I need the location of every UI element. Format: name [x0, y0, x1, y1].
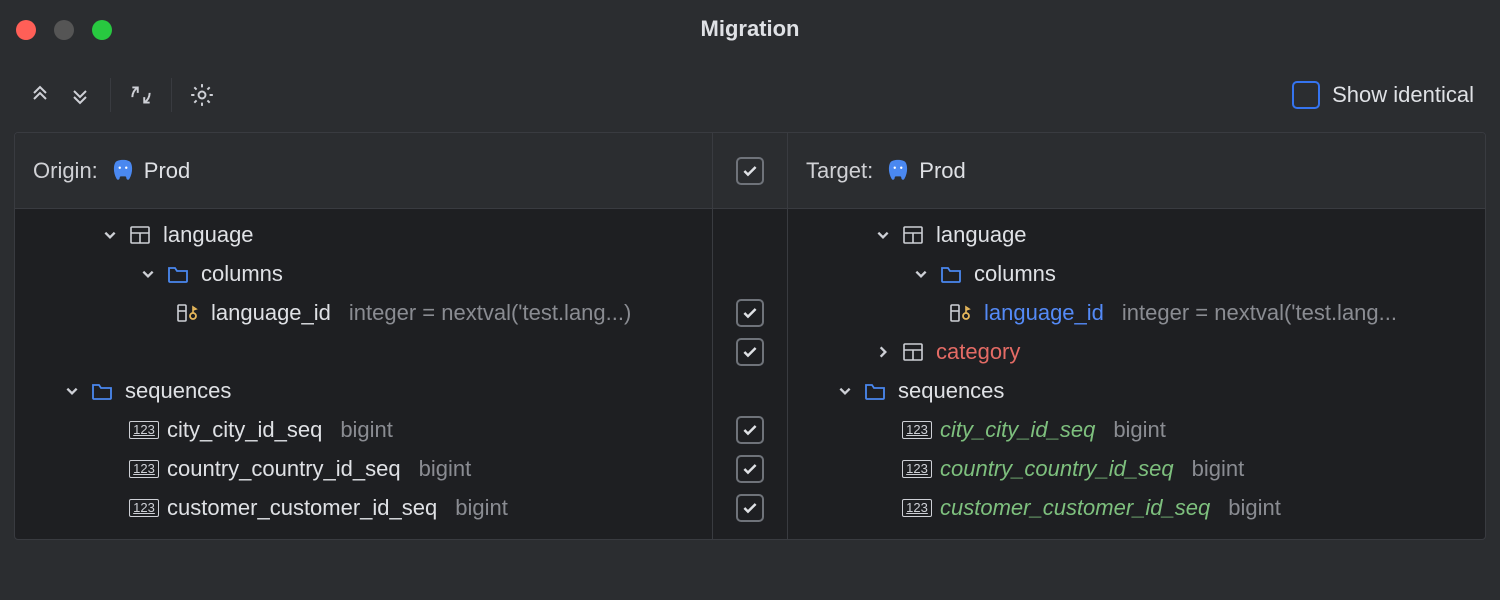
row-checkbox[interactable] [736, 416, 764, 444]
tree-node-sequence: 123 customer_customer_id_seq bigint [788, 488, 1485, 527]
folder-icon [89, 378, 115, 404]
postgres-icon [110, 158, 136, 184]
row-checkbox[interactable] [736, 455, 764, 483]
origin-label: Origin: [33, 158, 98, 184]
tree-label-modified: language_id [984, 300, 1104, 326]
sequence-icon: 123 [904, 417, 930, 443]
tree-label: language_id [211, 300, 331, 326]
folder-icon [862, 378, 888, 404]
tree-node-sequence: 123 city_city_id_seq bigint [788, 410, 1485, 449]
column-type: bigint [1192, 456, 1245, 482]
tree-node-folder: columns [15, 254, 712, 293]
swap-button[interactable] [121, 75, 161, 115]
close-window-button[interactable] [16, 20, 36, 40]
target-label: Target: [806, 158, 873, 184]
column-type: integer = nextval('test.lang... [1122, 300, 1397, 326]
table-icon [127, 222, 153, 248]
target-column: Target: Prod language columns language_i… [788, 133, 1485, 539]
folder-icon [938, 261, 964, 287]
origin-header: Origin: Prod [15, 133, 712, 209]
tree-node-sequence: 123 country_country_id_seq bigint [15, 449, 712, 488]
column-type: bigint [1113, 417, 1166, 443]
origin-column: Origin: Prod language columns language_i… [15, 133, 712, 539]
window-traffic-lights [16, 20, 112, 40]
chevron-down-icon[interactable] [872, 224, 894, 246]
sequence-icon: 123 [131, 495, 157, 521]
settings-button[interactable] [182, 75, 222, 115]
show-identical-label: Show identical [1332, 82, 1474, 108]
row-checkbox[interactable] [736, 338, 764, 366]
tree-label: language [163, 222, 254, 248]
show-identical-toggle[interactable]: Show identical [1292, 81, 1474, 109]
row-checkbox[interactable] [736, 494, 764, 522]
tree-label: columns [201, 261, 283, 287]
expand-all-button[interactable] [20, 75, 60, 115]
sequence-icon: 123 [131, 417, 157, 443]
window-titlebar: Migration [0, 0, 1500, 58]
tree-label: city_city_id_seq [167, 417, 322, 443]
tree-label: sequences [125, 378, 231, 404]
tree-spacer-row [15, 332, 712, 371]
target-header: Target: Prod [788, 133, 1485, 209]
tree-node-sequence: 123 customer_customer_id_seq bigint [15, 488, 712, 527]
tree-label: country_country_id_seq [167, 456, 401, 482]
toolbar-separator [171, 78, 172, 112]
diff-panel: Origin: Prod language columns language_i… [14, 132, 1486, 540]
window-title: Migration [0, 16, 1500, 42]
selection-column [712, 133, 788, 539]
table-icon [900, 339, 926, 365]
tree-node-folder: sequences [15, 371, 712, 410]
column-type: integer = nextval('test.lang...) [349, 300, 631, 326]
column-type: bigint [340, 417, 393, 443]
collapse-all-button[interactable] [60, 75, 100, 115]
sequence-icon: 123 [904, 495, 930, 521]
chevron-down-icon[interactable] [99, 224, 121, 246]
tree-node-column: language_id integer = nextval('test.lang.… [15, 293, 712, 332]
tree-label-added: customer_customer_id_seq [940, 495, 1210, 521]
folder-icon [165, 261, 191, 287]
tree-label: columns [974, 261, 1056, 287]
origin-tree[interactable]: language columns language_id integer = ne… [15, 209, 712, 539]
chevron-down-icon[interactable] [137, 263, 159, 285]
show-identical-checkbox[interactable] [1292, 81, 1320, 109]
target-tree[interactable]: language columns language_id integer = ne… [788, 209, 1485, 539]
tree-label: sequences [898, 378, 1004, 404]
select-all-checkbox[interactable] [736, 157, 764, 185]
column-type: bigint [1228, 495, 1281, 521]
primary-key-column-icon [175, 300, 201, 326]
tree-node-sequence: 123 city_city_id_seq bigint [15, 410, 712, 449]
minimize-window-button[interactable] [54, 20, 74, 40]
column-type: bigint [419, 456, 472, 482]
tree-label-added: city_city_id_seq [940, 417, 1095, 443]
primary-key-column-icon [948, 300, 974, 326]
sequence-icon: 123 [131, 456, 157, 482]
postgres-icon [885, 158, 911, 184]
tree-label-added: country_country_id_seq [940, 456, 1174, 482]
select-all-cell [713, 133, 787, 209]
toolbar: Show identical [0, 58, 1500, 132]
tree-node-sequence: 123 country_country_id_seq bigint [788, 449, 1485, 488]
origin-db-name: Prod [144, 158, 190, 184]
row-checkbox[interactable] [736, 299, 764, 327]
table-icon [900, 222, 926, 248]
zoom-window-button[interactable] [92, 20, 112, 40]
column-type: bigint [455, 495, 508, 521]
chevron-right-icon[interactable] [872, 341, 894, 363]
tree-label: language [936, 222, 1027, 248]
chevron-down-icon[interactable] [61, 380, 83, 402]
target-db-name: Prod [919, 158, 965, 184]
tree-node-folder: sequences [788, 371, 1485, 410]
toolbar-separator [110, 78, 111, 112]
tree-node-table: language [788, 215, 1485, 254]
tree-node-table: language [15, 215, 712, 254]
tree-label: customer_customer_id_seq [167, 495, 437, 521]
tree-node-table: category [788, 332, 1485, 371]
chevron-down-icon[interactable] [910, 263, 932, 285]
sequence-icon: 123 [904, 456, 930, 482]
tree-node-folder: columns [788, 254, 1485, 293]
chevron-down-icon[interactable] [834, 380, 856, 402]
tree-node-column: language_id integer = nextval('test.lang.… [788, 293, 1485, 332]
tree-label-deleted: category [936, 339, 1020, 365]
